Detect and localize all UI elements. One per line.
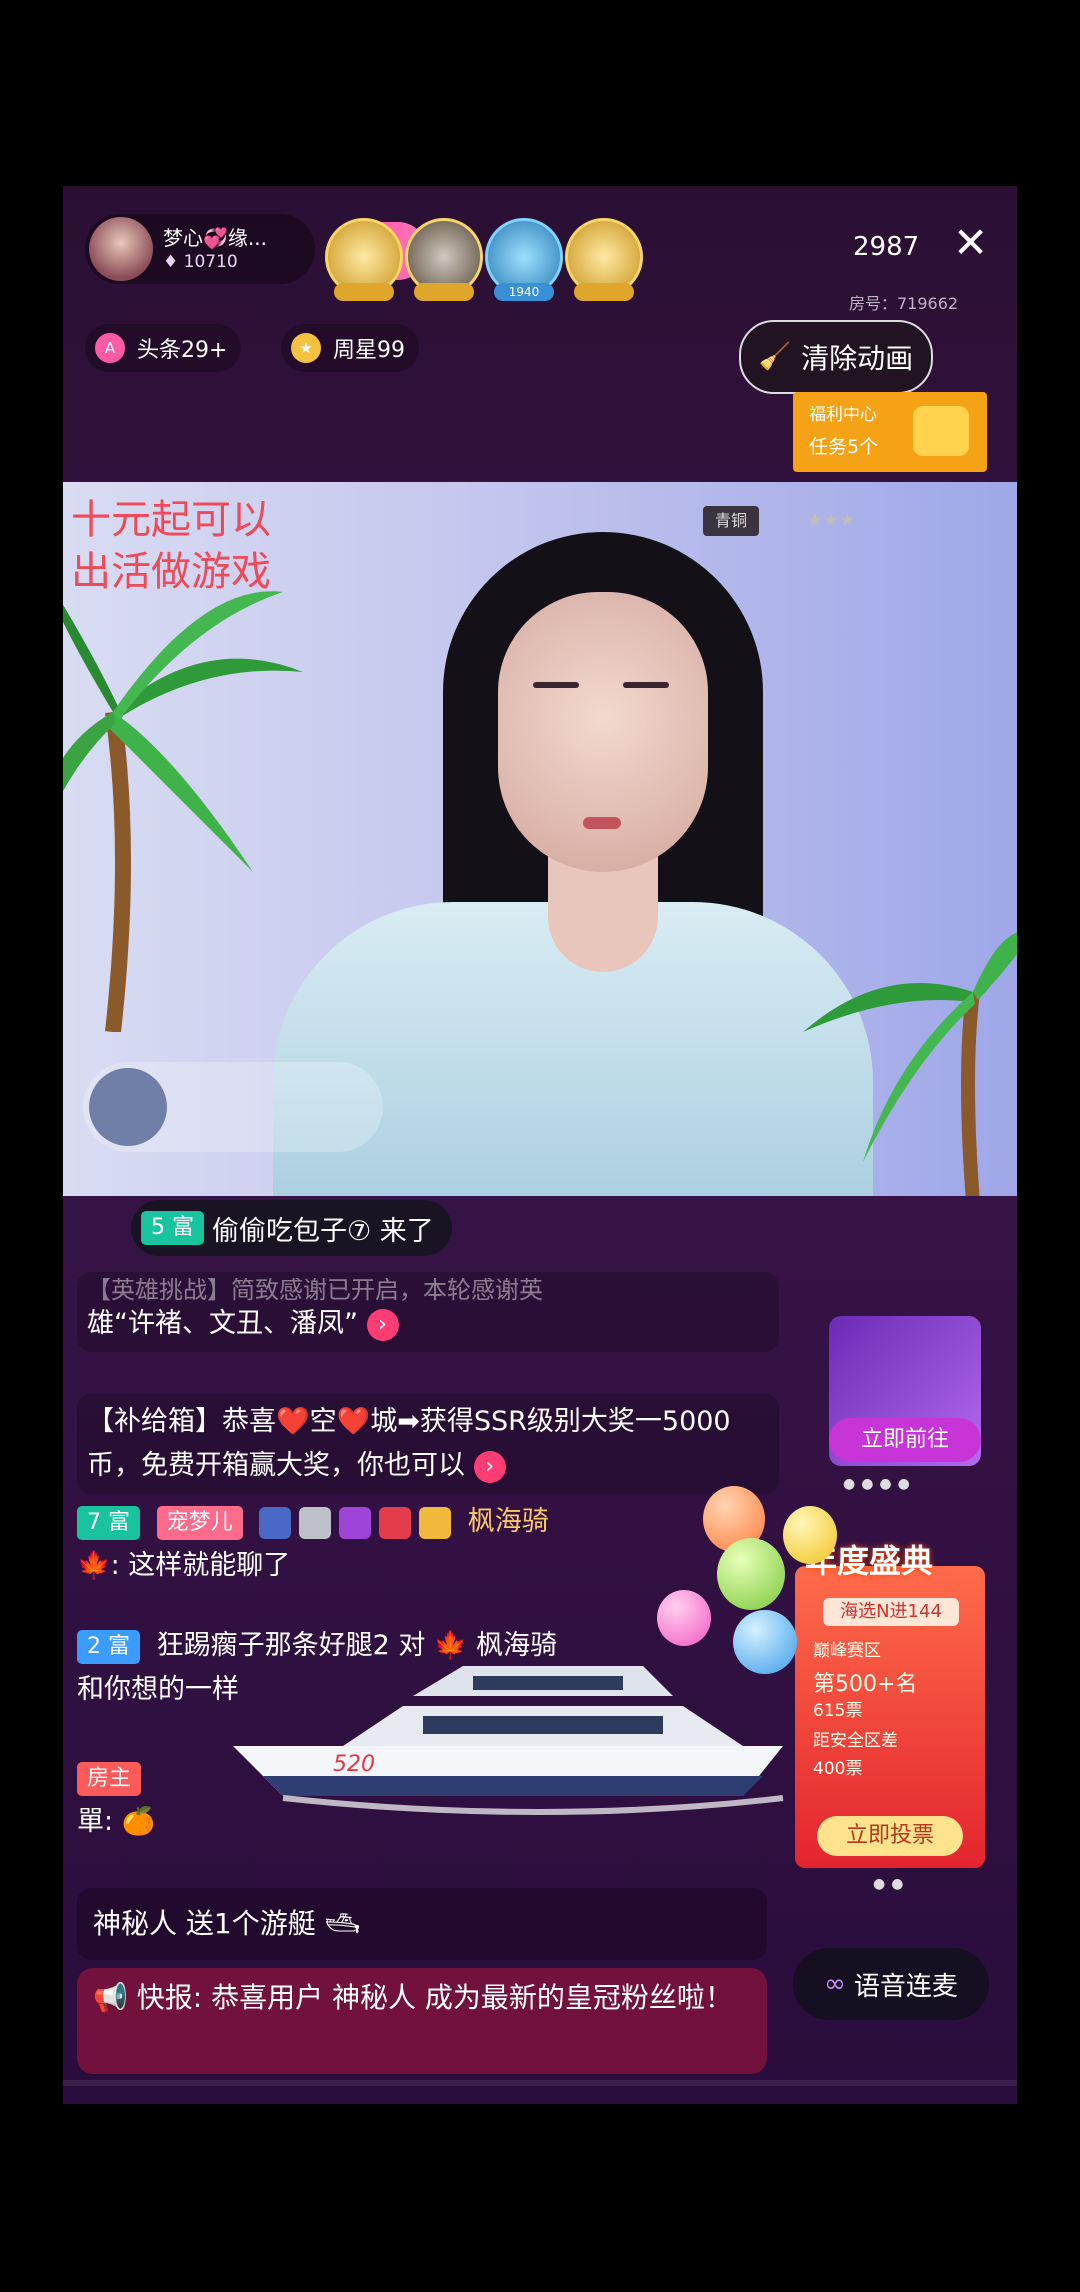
- live-room-screen: 梦心💞缘... ♦ 10710 💗 1940 2987 ✕ 房号：719662 …: [63, 186, 1017, 2104]
- system-message-supply[interactable]: 【补给箱】恭喜❤️空❤️城➡获得SSR级别大奖一5000币，免费开箱赢大奖，你也…: [77, 1394, 779, 1494]
- voice-connect-label: 语音连麦: [853, 1971, 958, 2002]
- viewer-count[interactable]: 2987: [853, 232, 919, 262]
- sys-hero-top: 【英雄挑战】简致感谢已开启，本轮感谢英: [87, 1278, 543, 1302]
- flash-text: 📢 快报: 恭喜用户 神秘人 成为最新的皇冠粉丝啦！: [93, 1981, 733, 2014]
- banner-dots: ●●●●: [843, 1476, 916, 1492]
- rank-tag: [334, 283, 394, 301]
- room-id: 房号：719662: [849, 294, 959, 313]
- gift-box-icon: [913, 406, 969, 456]
- welfare-tasks: 任务5个: [809, 436, 879, 458]
- chat-message[interactable]: 房主 單: 🍊: [77, 1756, 155, 1844]
- gift-message: 神秘人 送1个游艇 🛥: [77, 1888, 767, 1960]
- rank-avatar-1[interactable]: [325, 218, 403, 301]
- host-fans: ♦ 10710: [163, 252, 238, 272]
- palm-tree-right: [803, 932, 1017, 1196]
- balloon: [717, 1538, 785, 1610]
- host-fans-count: 10710: [183, 252, 238, 272]
- clear-animation-button[interactable]: 🧹 清除动画: [739, 320, 933, 394]
- wealth-badge: 5 富: [141, 1211, 204, 1245]
- welfare-center[interactable]: 福利中心 任务5个: [793, 392, 987, 472]
- watermark-line-2: 出活做游戏: [71, 549, 271, 595]
- live-video[interactable]: 十元起可以 出活做游戏 青铜 ★★★: [63, 482, 1017, 1196]
- welfare-title: 福利中心: [809, 405, 877, 425]
- video-watermark: 十元起可以 出活做游戏: [71, 494, 271, 598]
- close-icon[interactable]: ✕: [953, 222, 988, 264]
- rank-avatar-3[interactable]: 1940: [485, 218, 563, 301]
- entry-notice: 5 富 偷偷吃包子⑦ 来了: [131, 1200, 452, 1256]
- palm-tree-left: [63, 591, 303, 1032]
- go-now-button[interactable]: 立即前往: [829, 1418, 981, 1462]
- lips: [583, 817, 621, 829]
- gift-notice: [83, 1062, 383, 1152]
- star-icon: ★: [291, 333, 321, 363]
- left-eye: [533, 682, 579, 688]
- ceremony-sub: 海选N进144: [823, 1598, 959, 1626]
- headline-pill[interactable]: A 头条29+: [85, 324, 242, 372]
- voice-connect-button[interactable]: ∞ 语音连麦: [793, 1948, 989, 2020]
- yacht-gift-animation: 520: [233, 1666, 784, 1815]
- system-message-hero[interactable]: 【英雄挑战】简致感谢已开启，本轮感谢英 雄“许褚、文丑、潘凤” ›: [77, 1272, 779, 1352]
- balloon: [783, 1506, 837, 1564]
- streamer-face: [498, 592, 708, 872]
- rank-tag: [574, 283, 634, 301]
- sys-hero-text: 雄“许褚、文丑、潘凤”: [87, 1308, 358, 1339]
- badge-icons: [259, 1506, 459, 1539]
- broom-icon: 🧹: [758, 342, 792, 372]
- love-icon: [379, 1506, 412, 1539]
- chat-text: 🍁: 这样就能聊了: [77, 1550, 291, 1581]
- chevron-right-icon[interactable]: ›: [473, 1450, 506, 1483]
- crown-icon: [339, 1506, 372, 1539]
- vote-now-button[interactable]: 立即投票: [817, 1816, 963, 1856]
- room-header: 梦心💞缘... ♦ 10710 💗 1940 2987 ✕ 房号：719662: [63, 186, 1017, 326]
- entry-text: 偷偷吃包子⑦ 来了: [212, 1215, 434, 1247]
- right-eye: [623, 682, 669, 688]
- chat-message[interactable]: 7 富 宠梦儿 枫海骑 🍁: 这样就能聊了: [77, 1500, 549, 1588]
- weekly-star-pill[interactable]: ★ 周星99: [281, 324, 419, 372]
- level-tag: 青铜: [703, 506, 760, 536]
- rank-tag: 1940: [494, 283, 554, 301]
- headline-label: 头条29+: [137, 338, 228, 363]
- event-banner[interactable]: 立即前往: [829, 1316, 981, 1466]
- card-dots: ●●: [873, 1876, 910, 1892]
- gift-text: 神秘人 送1个游艇: [93, 1907, 316, 1940]
- wealth-badge: 2 富: [77, 1629, 140, 1664]
- user-name[interactable]: 枫海骑: [468, 1506, 549, 1537]
- shield-icon: [299, 1506, 332, 1539]
- yacht-icon: 🛥: [324, 1907, 361, 1940]
- rank-avatar-4[interactable]: [565, 218, 643, 301]
- chat-text-2: 和你想的一样: [77, 1674, 239, 1705]
- weekly-star-label: 周星99: [333, 338, 405, 363]
- sys-supply-text: 【补给箱】恭喜❤️空❤️城➡获得SSR级别大奖一5000币，免费开箱赢大奖，你也…: [87, 1406, 731, 1481]
- chevron-right-icon[interactable]: ›: [366, 1308, 399, 1341]
- wealth-badge: 7 富: [77, 1505, 140, 1540]
- rank-avatar-2[interactable]: [405, 218, 483, 301]
- clear-animation-label: 清除动画: [801, 342, 914, 375]
- medal-icon: [259, 1506, 292, 1539]
- bottom-divider: [63, 2080, 1017, 2086]
- yacht-label: 520: [333, 1752, 375, 1777]
- pet-tag: 宠梦儿: [156, 1505, 243, 1540]
- watermark-line-1: 十元起可以: [71, 497, 271, 543]
- chat-text: 單: 🍊: [77, 1806, 156, 1837]
- headline-icon: A: [95, 333, 125, 363]
- flash-news: 📢 快报: 恭喜用户 神秘人 成为最新的皇冠粉丝啦！: [77, 1968, 767, 2074]
- host-avatar[interactable]: [89, 217, 153, 281]
- host-info[interactable]: 梦心💞缘... ♦ 10710: [85, 214, 315, 284]
- sender-avatar: [89, 1068, 167, 1146]
- level-stars: ★★★: [807, 510, 856, 531]
- owner-badge: 房主: [77, 1761, 142, 1796]
- link-icon: ∞: [824, 1969, 846, 1999]
- host-name: 梦心💞缘...: [163, 226, 267, 250]
- rank-tag: [414, 283, 474, 301]
- gold-icon: [419, 1506, 452, 1539]
